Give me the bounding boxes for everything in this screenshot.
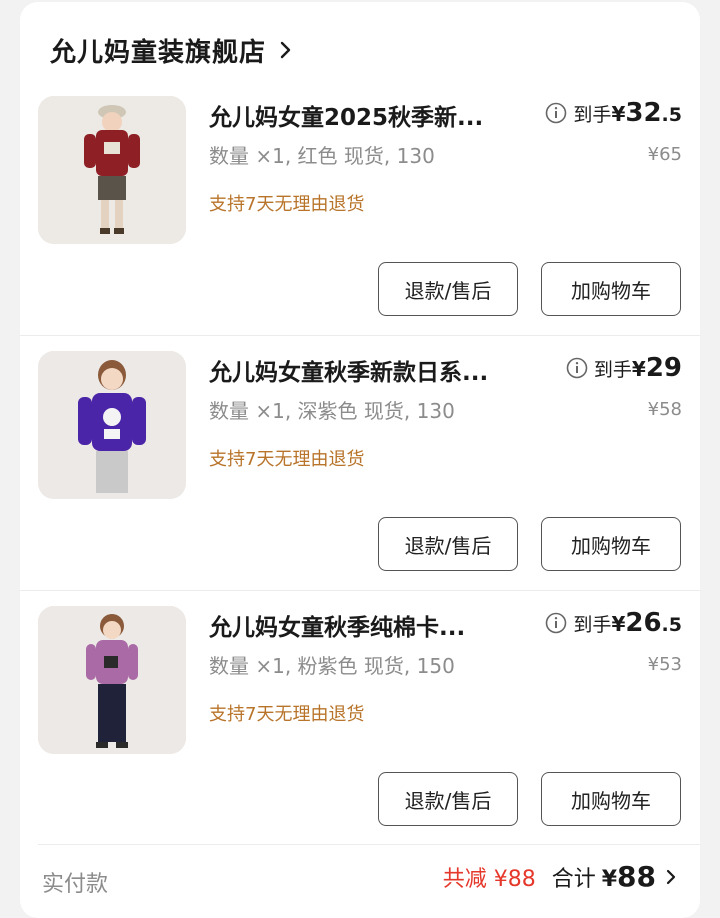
item-divider xyxy=(20,590,700,591)
product-image[interactable] xyxy=(38,96,186,244)
chevron-right-icon[interactable] xyxy=(664,868,678,886)
total-discount: 共减 ¥88 xyxy=(442,867,536,892)
product-image[interactable] xyxy=(38,606,186,754)
price-label: 到手 xyxy=(573,104,612,126)
refund-button[interactable]: 退款/售后 xyxy=(378,772,518,826)
add-to-cart-button[interactable]: 加购物车 xyxy=(541,262,681,316)
item-divider xyxy=(20,335,700,336)
product-title[interactable]: 允儿妈女童2025秋季新... xyxy=(209,98,509,132)
product-specs: 数量 ×1, 深紫色 现货, 130 xyxy=(209,399,455,423)
price-integer: 29 xyxy=(645,353,682,383)
original-price: ¥58 xyxy=(647,399,682,420)
add-to-cart-button[interactable]: 加购物车 xyxy=(541,772,681,826)
refund-button[interactable]: 退款/售后 xyxy=(378,262,518,316)
info-icon[interactable] xyxy=(545,612,567,634)
product-image[interactable] xyxy=(38,351,186,499)
product-specs: 数量 ×1, 红色 现货, 130 xyxy=(209,144,435,168)
total-currency: ¥ xyxy=(601,867,618,892)
info-icon[interactable] xyxy=(566,357,588,379)
order-item[interactable]: 允儿妈女童秋季纯棉卡... 数量 ×1, 粉紫色 现货, 150 支持7天无理由… xyxy=(20,594,700,849)
price-label: 到手 xyxy=(593,359,632,381)
price-decimal: .5 xyxy=(661,614,682,636)
order-item[interactable]: 允儿妈女童秋季新款日系... 数量 ×1, 深紫色 现货, 130 支持7天无理… xyxy=(20,339,700,594)
chevron-right-icon xyxy=(280,41,291,59)
product-title[interactable]: 允儿妈女童秋季纯棉卡... xyxy=(209,608,509,642)
return-policy: 支持7天无理由退货 xyxy=(209,704,365,725)
price-currency: ¥ xyxy=(631,357,646,381)
price-decimal: .5 xyxy=(661,104,682,126)
total-label: 合计 xyxy=(551,867,596,892)
order-item[interactable]: 允儿妈女童2025秋季新... 数量 ×1, 红色 现货, 130 支持7天无理… xyxy=(20,84,700,339)
return-policy: 支持7天无理由退货 xyxy=(209,449,365,470)
original-price: ¥53 xyxy=(647,654,682,675)
price-integer: 26 xyxy=(625,608,662,638)
final-price: 到手 ¥ 29 xyxy=(566,353,682,383)
final-price: 到手 ¥ 26 .5 xyxy=(545,608,682,638)
shop-name: 允儿妈童装旗舰店 xyxy=(50,37,267,68)
original-price: ¥65 xyxy=(647,144,682,165)
refund-button[interactable]: 退款/售后 xyxy=(378,517,518,571)
footer-divider xyxy=(38,844,700,845)
product-title[interactable]: 允儿妈女童秋季新款日系... xyxy=(209,353,509,387)
product-specs: 数量 ×1, 粉紫色 现货, 150 xyxy=(209,654,455,678)
order-card: 允儿妈童装旗舰店 允儿妈女童2025秋季新... 数量 ×1, 红色 现货, 1… xyxy=(20,2,700,918)
price-integer: 32 xyxy=(625,98,662,128)
price-currency: ¥ xyxy=(611,612,626,636)
total-amount: 88 xyxy=(617,860,656,893)
shop-header[interactable]: 允儿妈童装旗舰店 xyxy=(50,30,296,70)
price-currency: ¥ xyxy=(611,102,626,126)
add-to-cart-button[interactable]: 加购物车 xyxy=(541,517,681,571)
price-label: 到手 xyxy=(573,614,612,636)
payment-label: 实付款 xyxy=(42,872,109,897)
payment-summary[interactable]: 共减 ¥88 合计 ¥ 88 xyxy=(443,860,678,893)
final-price: 到手 ¥ 32 .5 xyxy=(545,98,682,128)
info-icon[interactable] xyxy=(545,102,567,124)
return-policy: 支持7天无理由退货 xyxy=(209,194,365,215)
